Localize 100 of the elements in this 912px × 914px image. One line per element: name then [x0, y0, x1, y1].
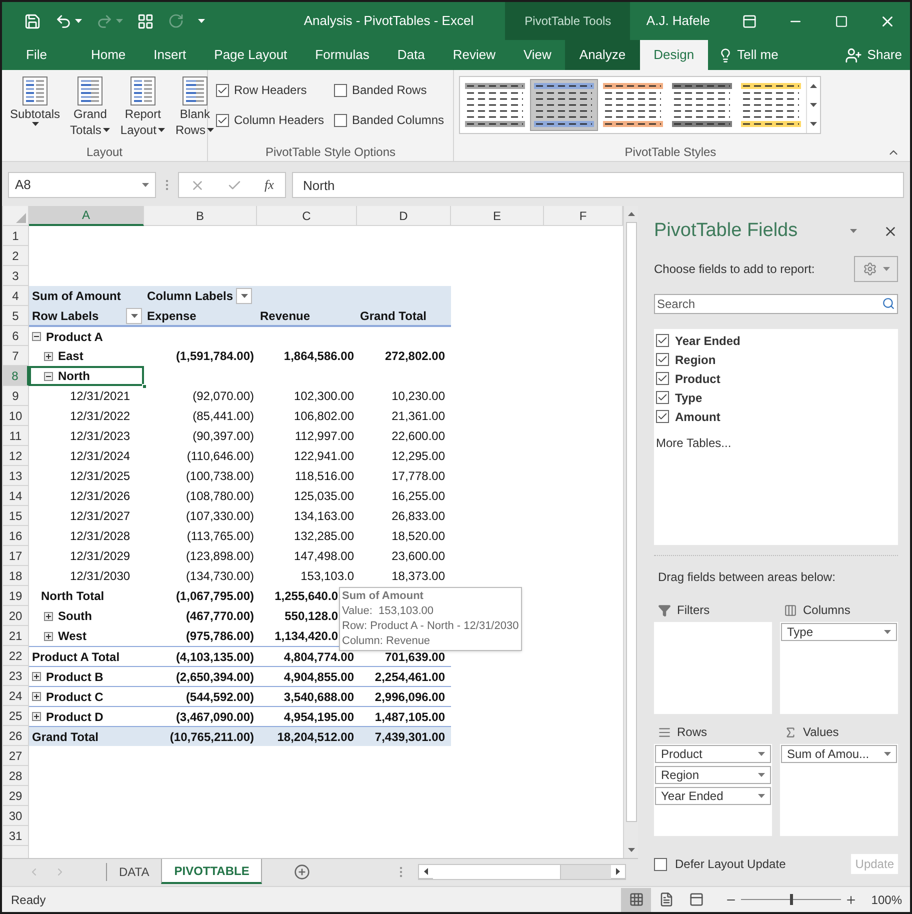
column-header[interactable]: C: [257, 206, 357, 226]
row-number[interactable]: 17: [3, 546, 29, 566]
row-number[interactable]: 14: [3, 486, 29, 506]
ribbon-button[interactable]: Grand Totals: [68, 76, 112, 138]
row-number[interactable]: 16: [3, 526, 29, 546]
name-box[interactable]: A8: [8, 172, 156, 198]
row-number[interactable]: 11: [3, 426, 29, 446]
plus-box-icon[interactable]: [32, 672, 41, 681]
checkbox-label[interactable]: Banded Rows: [352, 81, 427, 99]
pane-options-button[interactable]: [850, 229, 857, 233]
field-chip[interactable]: Year Ended: [655, 787, 771, 805]
tell-me-button[interactable]: Tell me: [737, 45, 778, 65]
form-icon[interactable]: [137, 12, 154, 30]
field-chip[interactable]: Product: [655, 745, 771, 763]
row-number[interactable]: 20: [3, 606, 29, 626]
field-label[interactable]: Year Ended: [675, 332, 740, 350]
row-number[interactable]: 7: [3, 346, 29, 366]
undo-button[interactable]: [55, 12, 82, 30]
checkbox[interactable]: [334, 84, 347, 96]
column-header[interactable]: D: [357, 206, 451, 226]
row-number[interactable]: 8: [3, 366, 29, 386]
filter-dropdown-button[interactable]: [126, 308, 142, 324]
share-button[interactable]: Share: [867, 45, 902, 65]
row-number[interactable]: 25: [3, 706, 29, 726]
column-header[interactable]: A: [29, 206, 144, 226]
row-number[interactable]: 24: [3, 686, 29, 706]
filter-dropdown-button[interactable]: [236, 288, 252, 304]
field-label[interactable]: Type: [675, 388, 702, 406]
checkbox-label[interactable]: Row Headers: [234, 81, 307, 99]
vertical-scrollbar[interactable]: [623, 206, 638, 858]
gallery-more-button[interactable]: [810, 122, 817, 126]
field-label[interactable]: Amount: [675, 408, 720, 426]
field-chip[interactable]: Type: [781, 623, 897, 641]
row-number[interactable]: 6: [3, 326, 29, 346]
row-number[interactable]: 21: [3, 626, 29, 646]
ribbon-tab[interactable]: Formulas: [301, 40, 384, 70]
checkbox[interactable]: [656, 410, 669, 423]
horizontal-scrollbar[interactable]: [418, 864, 626, 880]
row-number[interactable]: 15: [3, 506, 29, 526]
row-number[interactable]: 10: [3, 406, 29, 426]
checkbox[interactable]: [654, 858, 667, 870]
row-number[interactable]: 29: [3, 786, 29, 806]
checkbox-label[interactable]: Banded Columns: [352, 111, 444, 129]
ribbon-tab[interactable]: Page Layout: [200, 40, 302, 70]
ribbon-button[interactable]: Blank Rows: [173, 76, 216, 138]
row-number[interactable]: 19: [3, 586, 29, 606]
ribbon-tab[interactable]: Insert: [140, 40, 200, 70]
formula-input[interactable]: North: [292, 172, 904, 198]
more-tables-link[interactable]: More Tables...: [654, 434, 898, 452]
row-number[interactable]: 3: [3, 266, 29, 286]
checkbox[interactable]: [656, 353, 669, 366]
column-header[interactable]: B: [144, 206, 257, 226]
fill-handle[interactable]: [142, 384, 147, 389]
field-label[interactable]: Product: [675, 370, 720, 388]
row-number[interactable]: 1: [3, 226, 29, 246]
row-number[interactable]: 26: [3, 726, 29, 746]
zoom-level[interactable]: 100%: [871, 890, 902, 908]
column-header[interactable]: F: [544, 206, 623, 226]
plus-box-icon[interactable]: [32, 712, 41, 721]
search-field[interactable]: Search: [654, 294, 898, 314]
sheet-tab[interactable]: PIVOTTABLE: [161, 859, 262, 884]
row-number[interactable]: 9: [3, 386, 29, 406]
row-number[interactable]: 4: [3, 286, 29, 306]
field-chip[interactable]: Sum of Amou...: [781, 745, 897, 763]
row-number[interactable]: 31: [3, 826, 29, 846]
minus-box-icon[interactable]: [44, 372, 53, 380]
ribbon-tab[interactable]: Home: [76, 40, 140, 70]
row-number[interactable]: 12: [3, 446, 29, 466]
ribbon-button[interactable]: Report Layout: [118, 76, 168, 138]
maximize-icon[interactable]: [834, 14, 848, 28]
checkbox[interactable]: [216, 114, 229, 126]
search-icon[interactable]: [882, 297, 895, 310]
ribbon-tab[interactable]: File: [14, 40, 59, 70]
checkbox[interactable]: [334, 114, 347, 126]
save-icon[interactable]: [24, 12, 41, 30]
add-sheet-icon[interactable]: [294, 864, 310, 880]
ribbon-display-icon[interactable]: [742, 14, 756, 28]
row-number[interactable]: 5: [3, 306, 29, 326]
row-number[interactable]: 27: [3, 746, 29, 766]
zoom-slider[interactable]: [741, 894, 842, 906]
ribbon-button[interactable]: Subtotals: [8, 76, 62, 126]
sheet-tab[interactable]: DATA: [107, 859, 162, 884]
row-number[interactable]: 13: [3, 466, 29, 486]
plus-box-icon[interactable]: [44, 352, 53, 360]
checkbox[interactable]: [216, 84, 229, 96]
row-number[interactable]: 22: [3, 646, 29, 666]
checkbox[interactable]: [656, 391, 669, 404]
settings-button[interactable]: [854, 256, 898, 282]
gallery-down-button[interactable]: [810, 102, 817, 107]
gallery-up-button[interactable]: [810, 84, 817, 88]
plus-box-icon[interactable]: [44, 632, 53, 640]
ribbon-tab[interactable]: Design: [640, 40, 708, 70]
insert-function-button[interactable]: fx: [264, 175, 274, 195]
person-add-icon[interactable]: [845, 46, 862, 64]
ribbon-tab[interactable]: Analyze: [565, 40, 640, 70]
table-style-swatch[interactable]: [530, 79, 598, 131]
column-header[interactable]: E: [451, 206, 544, 226]
checkbox[interactable]: [656, 334, 669, 347]
field-label[interactable]: Region: [675, 350, 716, 368]
ribbon-tab[interactable]: View: [509, 40, 566, 70]
